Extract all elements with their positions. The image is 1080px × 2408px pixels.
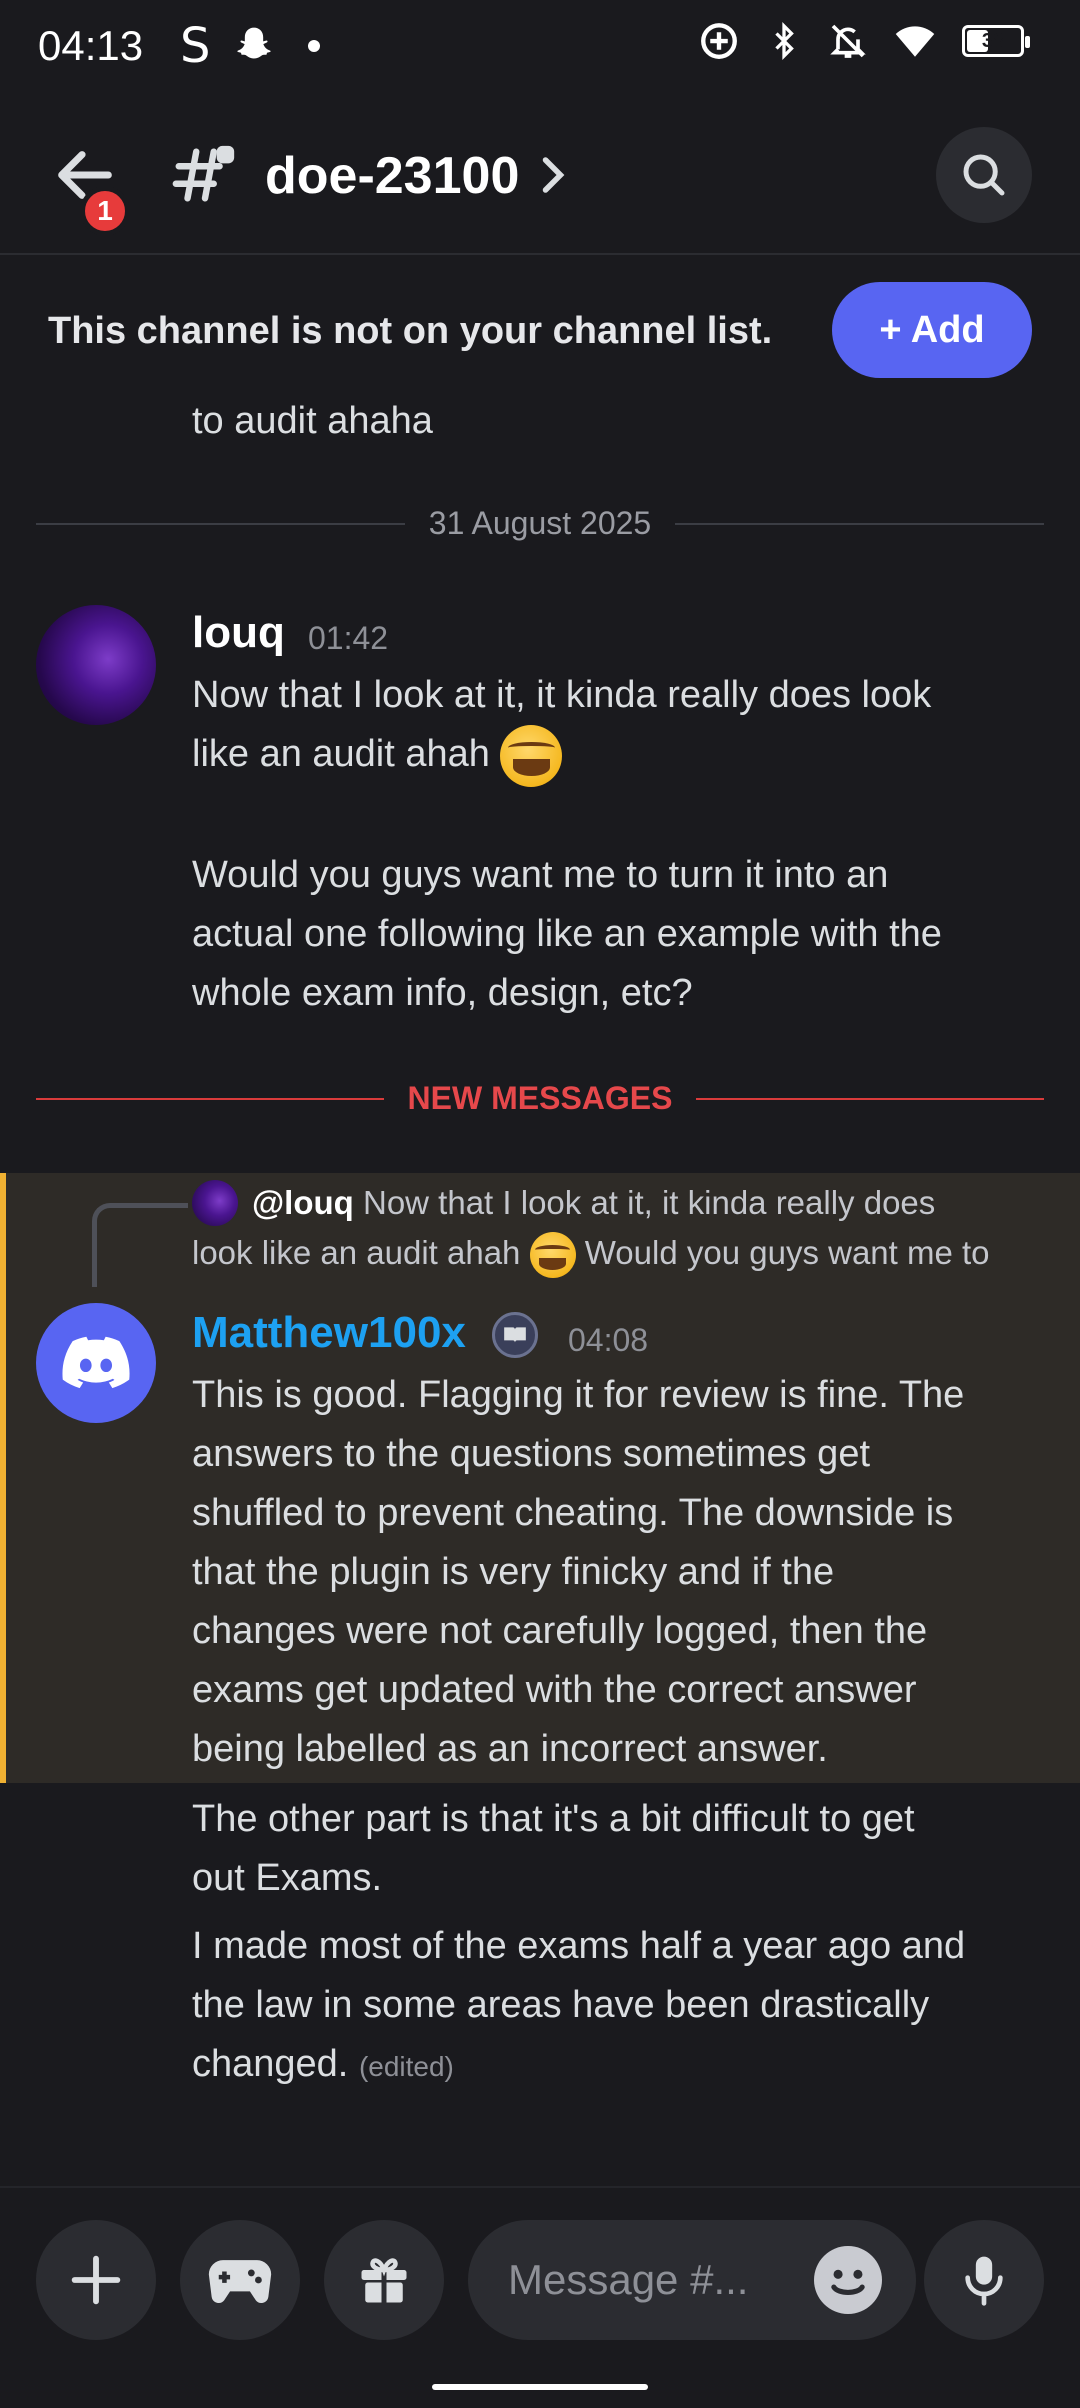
date-divider-label: 31 August 2025	[428, 505, 652, 541]
plus-icon	[71, 2255, 121, 2305]
avatar[interactable]	[36, 1303, 156, 1423]
message-line: Now that I look at it, it kinda really d…	[192, 674, 932, 716]
message-line: the law in some areas have been drastica…	[192, 1984, 930, 2026]
message-line: that the plugin is very finicky and if t…	[192, 1551, 835, 1593]
rolling-laughing-emoji-icon	[500, 725, 563, 787]
message-author-louq[interactable]: louq	[192, 608, 285, 658]
data-saver-icon	[701, 23, 737, 59]
message-line: like an audit ahah	[192, 733, 490, 776]
message-line: answers to the questions sometimes get	[192, 1433, 871, 1475]
microphone-icon	[965, 2256, 1003, 2306]
activities-button[interactable]	[180, 2220, 300, 2340]
message-content[interactable]: This is good. Flagging it for review is …	[192, 1366, 1052, 1779]
reply-preview[interactable]: @louq Now that I look at it, it kinda re…	[192, 1178, 1052, 1279]
gamepad-icon	[208, 2260, 272, 2303]
message-line: changes were not carefully logged, then …	[192, 1610, 928, 1652]
previous-message-text: to audit ahaha	[192, 400, 433, 442]
avatar[interactable]	[36, 605, 156, 725]
status-bar: 04:13 S 38	[0, 0, 1080, 90]
bell-off-icon	[830, 24, 866, 58]
dot-icon	[308, 40, 321, 52]
add-channel-button[interactable]: + Add	[832, 282, 1032, 378]
wifi-icon	[895, 26, 935, 57]
message-line: This is good. Flagging it for review is …	[192, 1374, 965, 1416]
snapchat-icon	[237, 27, 272, 59]
message-line: Would you guys want me to turn it into a…	[192, 854, 889, 896]
discord-logo-icon	[62, 1336, 130, 1389]
gift-button[interactable]	[324, 2220, 444, 2340]
book-badge-icon	[492, 1312, 538, 1358]
message-line: exams get updated with the correct answe…	[192, 1669, 917, 1711]
composer-bar: Message #...	[0, 2186, 1080, 2408]
battery-icon: 38	[962, 25, 1030, 57]
channel-name[interactable]: doe-23100	[265, 146, 519, 206]
status-time: 04:13	[38, 22, 144, 69]
channel-list-notice: This channel is not on your channel list…	[0, 258, 1080, 398]
emoji-picker-button[interactable]	[814, 2246, 882, 2314]
unread-badge: 1	[80, 186, 130, 236]
message-line: shuffled to prevent cheating. The downsi…	[192, 1492, 954, 1534]
message-timestamp: 01:42	[308, 620, 389, 656]
reply-mention: @louq	[252, 1184, 354, 1221]
message-line: whole exam info, design, etc?	[192, 972, 693, 1014]
message-line: being labelled as an incorrect answer.	[192, 1728, 828, 1770]
date-divider: 31 August 2025	[36, 505, 1045, 542]
channel-header: 1 doe-23100	[0, 110, 1080, 255]
rolling-laughing-emoji-icon	[529, 1232, 576, 1279]
notice-text: This channel is not on your channel list…	[48, 310, 773, 352]
voice-message-button[interactable]	[924, 2220, 1044, 2340]
message-content[interactable]: Now that I look at it, it kinda really d…	[192, 666, 1052, 1023]
message-line: I made most of the exams half a year ago…	[192, 1925, 966, 1967]
bluetooth-icon	[775, 22, 794, 60]
home-indicator[interactable]	[432, 2384, 648, 2390]
message-input[interactable]: Message #...	[468, 2220, 916, 2340]
new-messages-label: NEW MESSAGES	[407, 1080, 673, 1116]
edited-label: (edited)	[358, 2051, 454, 2082]
message-content[interactable]: I made most of the exams half a year ago…	[192, 1917, 1052, 2096]
reply-line: Would you guys want me to	[584, 1234, 990, 1271]
battery-level: 38	[981, 29, 1005, 52]
reply-line: look like an audit ahah	[192, 1234, 521, 1271]
reply-line: Now that I look at it, it kinda really d…	[363, 1184, 936, 1221]
search-button[interactable]	[936, 127, 1032, 223]
new-messages-divider: NEW MESSAGES	[36, 1080, 1045, 1117]
text-channel-thread-icon	[170, 140, 240, 210]
gift-icon	[361, 2258, 407, 2303]
message-placeholder: Message #...	[508, 2256, 749, 2303]
message-line: The other part is that it's a bit diffic…	[192, 1798, 915, 1840]
smiley-icon	[831, 2269, 865, 2295]
message-author-matthew[interactable]: Matthew100x	[192, 1308, 466, 1358]
search-icon	[963, 154, 1005, 196]
message-timestamp: 04:08	[568, 1322, 649, 1358]
attach-button[interactable]	[36, 2220, 156, 2340]
chevron-right-icon[interactable]	[538, 150, 568, 200]
message-line: changed.	[192, 2043, 349, 2085]
message-content[interactable]: The other part is that it's a bit diffic…	[192, 1790, 1052, 1908]
s-app-icon: S	[180, 18, 211, 74]
reply-connector	[92, 1203, 188, 1287]
message-line: actual one following like an example wit…	[192, 913, 942, 955]
message-line: out Exams.	[192, 1857, 383, 1899]
